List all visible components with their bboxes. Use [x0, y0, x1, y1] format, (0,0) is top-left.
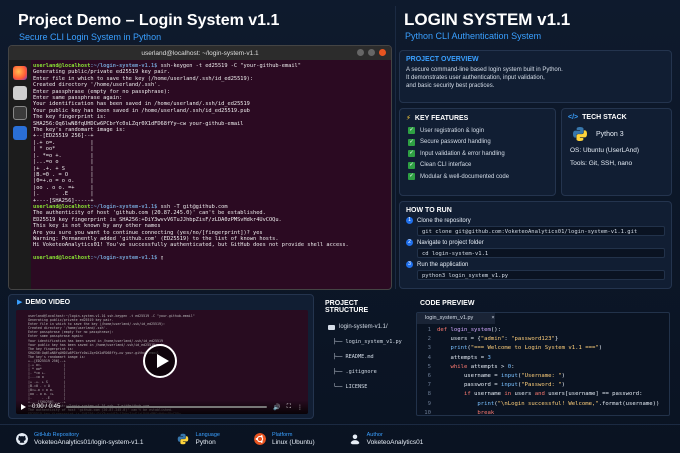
os-info: OS: Ubuntu (UserLAnd) [570, 147, 640, 154]
minimize-button[interactable] [357, 49, 364, 56]
video-icon: ▶ [17, 299, 23, 306]
fullscreen-icon[interactable]: ⛶ [287, 404, 291, 411]
maximize-button[interactable] [368, 49, 375, 56]
tech-heading: TECH STACK [582, 114, 627, 121]
volume-icon[interactable]: 🔊 [273, 404, 280, 411]
terminal-titlebar[interactable]: userland@localhost: ~/login-system-v1.1 [9, 46, 391, 60]
terminal-line: userland@localhost:~/login-system-v1.1$ … [33, 255, 164, 262]
feature-item: ✓ Modular & well-documented code [408, 173, 510, 181]
tech-stack-card: </> TECH STACK Python 3 OS: Ubuntu (User… [561, 108, 672, 196]
demo-video-card: ▶ DEMO VIDEO userland@localhost:~/login-… [8, 294, 314, 419]
tools-info: Tools: Git, SSH, nano [570, 160, 633, 167]
more-icon[interactable]: ⋮ [297, 404, 303, 411]
terminal-title: userland@localhost: ~/login-system-v1.1 [141, 49, 259, 57]
code-icon: </> [568, 114, 579, 121]
github-icon [16, 433, 28, 445]
code-heading: CODE PREVIEW [420, 300, 475, 307]
window-controls [357, 49, 386, 56]
step: 2 Navigate to project folder [406, 239, 665, 246]
language-name: Python 3 [596, 130, 624, 138]
project-structure: PROJECT STRUCTURE login-system-v1.1/ ├──… [319, 294, 409, 419]
step: 3 Run the application [406, 261, 665, 268]
footer-language: Language Python [177, 432, 220, 447]
divider [395, 6, 396, 289]
structure-heading: PROJECT STRUCTURE [325, 300, 369, 314]
close-tab-icon[interactable]: × [491, 313, 494, 324]
folder-icon [328, 325, 335, 330]
command-box[interactable]: git clone git@github.com:VoketeoAnalytic… [417, 226, 665, 236]
file-item[interactable]: ├── login_system_v1.py [333, 335, 409, 350]
video-thumbnail-text: userland@localhost:~/login-system-v1.1$ … [28, 314, 195, 414]
project-title: LOGIN SYSTEM v1.1 [404, 10, 571, 29]
footer-repo[interactable]: GitHub Repository VoketeoAnalytics01/logi… [16, 432, 143, 447]
overview-heading: PROJECT OVERVIEW [406, 56, 479, 63]
feature-item: ✓ Clean CLI interface [408, 161, 472, 169]
features-card: ⚡ KEY FEATURES ✓ User registration & logi… [399, 108, 556, 196]
python-icon [178, 433, 189, 445]
feature-item: ✓ Secure password handling [408, 138, 491, 146]
footer-platform: Platform Linux (Ubuntu) [253, 432, 315, 447]
terminal-output[interactable]: userland@localhost:~/login-system-v1.1$ … [33, 63, 387, 287]
overview-line: A secure command-line based login system… [406, 67, 563, 73]
step: 1 Clone the repository [406, 217, 665, 224]
video-heading: DEMO VIDEO [25, 298, 71, 306]
python-icon [573, 127, 587, 141]
firefox-icon[interactable] [13, 66, 27, 80]
overview-card: PROJECT OVERVIEW A secure command-line b… [399, 50, 672, 103]
terminal-window[interactable]: userland@localhost: ~/login-system-v1.1 … [8, 45, 392, 290]
file-item[interactable]: ├── README.md [333, 350, 409, 365]
check-icon: ✓ [408, 161, 415, 169]
video-controls: 0:00 / 0:45 🔊 ⛶ ⋮ [16, 400, 308, 414]
page: Project Demo – Login System v1.1 Secure … [0, 0, 680, 453]
video-player[interactable]: userland@localhost:~/login-system-v1.1$ … [16, 310, 308, 414]
command-box[interactable]: python3 login_system_v1.py [417, 270, 665, 280]
ubuntu-dock [9, 60, 31, 289]
how-to-run-card: HOW TO RUN 1 Clone the repository git clo… [399, 201, 672, 289]
ubuntu-icon [253, 433, 266, 445]
page-subtitle: Secure CLI Login System in Python [19, 32, 162, 42]
feature-item: ✓ Input validation & error handling [408, 150, 505, 158]
overview-line: It demonstrates user authentication, inp… [406, 75, 545, 81]
code-lines: 1 def login_system(): 2 users = {"admin":… [424, 327, 660, 416]
overview-line: and basic security best practices. [406, 83, 495, 89]
progress-bar[interactable] [66, 406, 268, 408]
terminal-icon[interactable] [13, 106, 27, 120]
project-subtitle: Python CLI Authentication System [405, 31, 542, 41]
code-preview: CODE PREVIEW login_system_v1.py × 1 def lo… [412, 294, 672, 419]
footer-author: Author VoketeoAnalytics01 [349, 432, 423, 447]
app-icon[interactable] [13, 126, 27, 140]
check-icon: ✓ [408, 150, 415, 158]
check-icon: ✓ [408, 173, 415, 181]
bolt-icon: ⚡ [406, 115, 411, 122]
command-box[interactable]: cd login-system-v1.1 [417, 248, 665, 258]
file-item[interactable]: ├── .gitignore [333, 365, 409, 380]
editor-tab[interactable]: login_system_v1.py × [417, 313, 495, 324]
close-button[interactable] [379, 49, 386, 56]
file-item[interactable]: └── LICENSE [333, 380, 409, 395]
check-icon: ✓ [408, 127, 415, 135]
play-icon[interactable] [21, 404, 26, 410]
terminal-line: Hi VoketeoAnalytics01! You've successful… [33, 242, 349, 249]
footer: GitHub Repository VoketeoAnalytics01/logi… [0, 424, 680, 453]
code-editor[interactable]: login_system_v1.py × 1 def login_system():… [416, 312, 670, 416]
features-heading: KEY FEATURES [414, 114, 469, 122]
howto-heading: HOW TO RUN [406, 207, 452, 214]
page-title: Project Demo – Login System v1.1 [18, 12, 280, 29]
user-icon [350, 434, 360, 445]
video-time: 0:00 / 0:45 [32, 404, 61, 410]
root-folder[interactable]: login-system-v1.1/ [328, 320, 409, 335]
file-tree: login-system-v1.1/ ├── login_system_v1.p… [319, 320, 409, 395]
files-icon[interactable] [13, 86, 27, 100]
feature-item: ✓ User registration & login [408, 127, 485, 135]
check-icon: ✓ [408, 138, 415, 146]
play-button[interactable] [143, 344, 177, 378]
